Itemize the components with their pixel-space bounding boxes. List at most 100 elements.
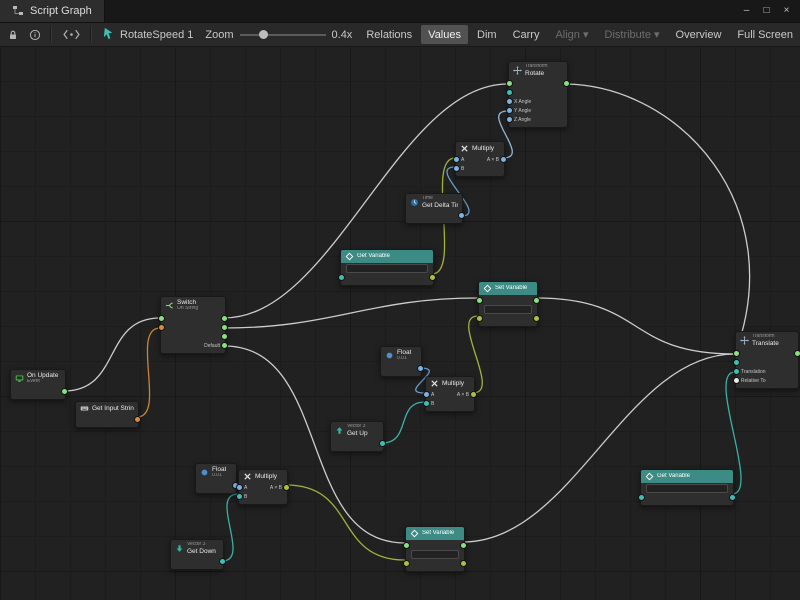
output-port[interactable] <box>500 156 507 163</box>
input-port[interactable] <box>236 484 243 491</box>
node-rotate[interactable]: TransformRotateX AngleY AngleZ Angle <box>508 61 568 128</box>
code-insert-icon[interactable] <box>56 25 86 44</box>
toolbar-button-dim[interactable]: Dim <box>470 25 504 44</box>
wire-setvar-bottom-to-translate[interactable] <box>463 354 735 542</box>
tab-title: Script Graph <box>30 5 92 17</box>
input-port[interactable] <box>506 116 513 123</box>
close-button[interactable]: × <box>778 3 795 20</box>
node-get-variable-right[interactable]: Get Variable <box>640 469 734 506</box>
output-port[interactable] <box>460 542 467 549</box>
node-vector3-get-down[interactable]: Vector 3Get Down <box>170 539 224 570</box>
input-port[interactable] <box>403 542 410 549</box>
input-port[interactable] <box>506 80 513 87</box>
input-port[interactable] <box>158 315 165 322</box>
toolbar-button-full-screen[interactable]: Full Screen <box>730 25 800 44</box>
input-port[interactable] <box>158 324 165 331</box>
input-port[interactable] <box>506 98 513 105</box>
script-graph-icon <box>12 5 24 17</box>
node-translate[interactable]: TransformTranslateTranslationRelative To <box>735 331 799 389</box>
input-port[interactable] <box>476 315 483 322</box>
node-port-row <box>736 358 798 367</box>
output-port[interactable] <box>429 274 436 281</box>
wire-multiply-to-setvar-bottom[interactable] <box>286 485 405 560</box>
toolbar-button-values[interactable]: Values <box>421 25 468 44</box>
output-port[interactable] <box>460 560 467 567</box>
input-port[interactable] <box>733 368 740 375</box>
variable-name-field[interactable] <box>646 484 728 493</box>
node-port-row <box>331 439 383 448</box>
node-set-variable-bottom[interactable]: Set Variable <box>405 526 465 572</box>
variable-name-field[interactable] <box>484 305 532 314</box>
input-port[interactable] <box>453 165 460 172</box>
maximize-button[interactable]: □ <box>758 3 775 20</box>
input-port[interactable] <box>338 274 345 281</box>
tab-script-graph[interactable]: Script Graph <box>0 0 105 22</box>
wire-switch-to-setvar-mid[interactable] <box>224 298 478 328</box>
node-get-delta-time[interactable]: TimeGet Delta Time <box>405 193 463 224</box>
node-port-row <box>479 305 537 314</box>
node-subtitle: Vector 3 <box>347 424 368 430</box>
multiply-icon <box>460 144 469 153</box>
input-port[interactable] <box>476 297 483 304</box>
node-float-top[interactable]: Float0.01 <box>380 346 422 377</box>
input-port[interactable] <box>638 494 645 501</box>
node-title: Multiply <box>472 145 494 152</box>
zoom-slider-thumb[interactable] <box>259 30 268 39</box>
wire-input-to-switch[interactable] <box>137 328 160 417</box>
node-vector3-get-up[interactable]: Vector 3Get Up <box>330 421 384 452</box>
wire-setvar-mid-to-translate[interactable] <box>536 298 735 354</box>
node-get-input-string[interactable]: Get Input Strin <box>75 401 139 428</box>
output-port[interactable] <box>794 350 800 357</box>
input-port[interactable] <box>506 89 513 96</box>
input-port[interactable] <box>236 493 243 500</box>
toolbar-divider <box>90 27 92 42</box>
transform-icon <box>513 66 522 75</box>
wire-getdown-to-multiply-b[interactable] <box>222 494 238 561</box>
output-port[interactable] <box>533 315 540 322</box>
monitor-icon <box>15 374 24 383</box>
output-port[interactable] <box>470 391 477 398</box>
graph-canvas[interactable]: On UpdateEvent Get Input Strin SwitchOn St… <box>0 46 800 600</box>
variable-name-field[interactable] <box>411 550 459 559</box>
node-multiply-top[interactable]: MultiplyAA × BB <box>455 141 505 177</box>
lock-icon[interactable] <box>2 25 24 44</box>
variable-name-field[interactable] <box>346 264 428 273</box>
node-multiply-mid[interactable]: MultiplyAA × BB <box>425 376 475 412</box>
output-port[interactable] <box>533 297 540 304</box>
toolbar-button-relations[interactable]: Relations <box>359 25 419 44</box>
node-float-bottom[interactable]: Float0.01 <box>195 463 237 494</box>
node-title: Set Variable <box>495 285 527 292</box>
node-on-update[interactable]: On UpdateEvent <box>10 369 66 400</box>
output-port[interactable] <box>729 494 736 501</box>
minimize-button[interactable]: – <box>738 3 755 20</box>
node-get-variable-top[interactable]: Get Variable <box>340 249 434 286</box>
node-set-variable-mid[interactable]: Set Variable <box>478 281 538 327</box>
wire-rotate-to-translate[interactable] <box>566 84 750 354</box>
toolbar-button-overview[interactable]: Overview <box>669 25 729 44</box>
node-port-row <box>341 273 433 282</box>
zoom-slider[interactable] <box>240 34 326 36</box>
toolbar-button-carry[interactable]: Carry <box>506 25 547 44</box>
input-port[interactable] <box>733 377 740 384</box>
input-port[interactable] <box>733 350 740 357</box>
input-port[interactable] <box>733 359 740 366</box>
input-port[interactable] <box>423 400 430 407</box>
wire-update-to-switch[interactable] <box>64 318 160 391</box>
input-port[interactable] <box>453 156 460 163</box>
node-port-row: B <box>239 492 287 501</box>
node-subtitle: 0.01 <box>212 473 226 479</box>
info-icon[interactable] <box>24 25 46 44</box>
node-port-row: AA × B <box>456 155 504 164</box>
input-port[interactable] <box>506 107 513 114</box>
wire-getup-to-multiply-b[interactable] <box>382 402 425 443</box>
node-port-row: Default <box>161 341 225 350</box>
node-switch-on-string[interactable]: SwitchOn StringDefault <box>160 296 226 354</box>
output-port[interactable] <box>134 416 141 423</box>
zoom-control: Zoom 0.4x <box>199 29 358 41</box>
node-port-row <box>161 332 225 341</box>
input-port[interactable] <box>423 391 430 398</box>
output-port[interactable] <box>283 484 290 491</box>
graph-asset[interactable]: RotateSpeed 1 <box>96 27 199 43</box>
input-port[interactable] <box>403 560 410 567</box>
node-multiply-bottom[interactable]: MultiplyAA × BB <box>238 469 288 505</box>
